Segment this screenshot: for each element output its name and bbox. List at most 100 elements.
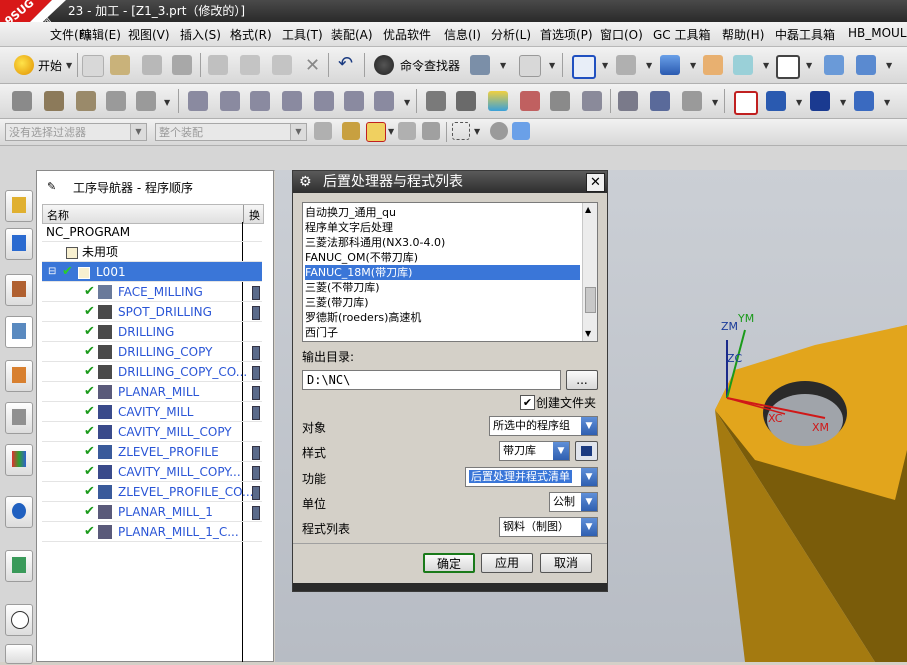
- command-finder-icon[interactable]: [374, 55, 394, 75]
- point-on-face-icon[interactable]: [422, 122, 440, 140]
- menu-insert[interactable]: 插入(S): [180, 26, 221, 43]
- selection-info-icon[interactable]: [519, 55, 541, 77]
- layer-icon[interactable]: [470, 55, 490, 75]
- operation-row[interactable]: ✔ CAVITY_MILL: [42, 402, 262, 422]
- menu-zhonglei-toolbox[interactable]: 中磊工具箱: [775, 26, 835, 43]
- selection-filter-dropdown[interactable]: 没有选择过滤器 ▼: [5, 123, 147, 141]
- menu-edit[interactable]: 编辑(E): [80, 26, 121, 43]
- column-name-header[interactable]: 名称: [47, 207, 69, 223]
- method-view-icon[interactable]: [282, 91, 302, 111]
- program-order-view-icon[interactable]: [188, 91, 208, 111]
- point-on-curve-icon[interactable]: [398, 122, 416, 140]
- ok-button[interactable]: 确定: [423, 553, 475, 573]
- cut-icon[interactable]: [208, 55, 228, 75]
- view-orient-dropdown-icon[interactable]: ▼: [763, 61, 769, 70]
- operation-navigator-tab[interactable]: [5, 316, 33, 348]
- part-navigator-tab[interactable]: [5, 274, 33, 306]
- clock-tab[interactable]: [5, 604, 33, 636]
- tool-axis-dropdown-icon[interactable]: ▼: [884, 98, 890, 107]
- function-dropdown[interactable]: 后置处理并程式清单 ▼: [465, 467, 598, 487]
- command-finder-button[interactable]: 命令查找器: [400, 57, 460, 74]
- point-select-dropdown-icon[interactable]: ▼: [840, 98, 846, 107]
- start-icon[interactable]: [14, 55, 34, 75]
- layer-dropdown-icon[interactable]: ▼: [500, 61, 506, 70]
- pin-icon[interactable]: ✎: [47, 180, 56, 193]
- postprocessor-item[interactable]: 自动换刀_通用_qu: [305, 205, 580, 220]
- info-dropdown-icon[interactable]: ▼: [712, 98, 718, 107]
- save-icon[interactable]: [142, 55, 162, 75]
- time-icon[interactable]: [682, 91, 702, 111]
- unit-dropdown[interactable]: 公制 ▼: [549, 492, 598, 512]
- reuse-library-tab[interactable]: [5, 402, 33, 434]
- create-tool-icon[interactable]: [44, 91, 64, 111]
- machine-sim-icon[interactable]: [550, 91, 570, 111]
- tree-unused-row[interactable]: 未用项: [42, 242, 262, 262]
- operation-row[interactable]: ✔ SPOT_DRILLING: [42, 302, 262, 322]
- cursor-select-dropdown-icon[interactable]: ▼: [796, 98, 802, 107]
- path-dropdown-icon[interactable]: ▼: [404, 98, 410, 107]
- feature-op-icon[interactable]: [734, 91, 758, 115]
- collapse-icon[interactable]: ⊟: [48, 262, 56, 282]
- menu-hb-mould[interactable]: HB_MOULD: [848, 26, 907, 40]
- column-change-header[interactable]: 换: [249, 207, 260, 223]
- system-materials-tab[interactable]: [5, 644, 33, 664]
- transform-icon[interactable]: [582, 91, 602, 111]
- save-style-button[interactable]: [575, 441, 598, 461]
- create-method-icon[interactable]: [106, 91, 126, 111]
- fit-view-dropdown-icon[interactable]: ▼: [602, 61, 608, 70]
- select-body-icon[interactable]: [490, 122, 508, 140]
- wcs-icon[interactable]: [824, 55, 844, 75]
- menu-view[interactable]: 视图(V): [128, 26, 170, 43]
- postprocessor-list[interactable]: 自动换刀_通用_qu 程序单文字后处理 三菱法那科通用(NX3.0-4.0) FANU…: [302, 202, 598, 342]
- menu-tools[interactable]: 工具(T): [282, 26, 323, 43]
- snap-dropdown-icon[interactable]: ▼: [388, 127, 394, 136]
- rotate-view-dropdown-icon[interactable]: ▼: [646, 61, 652, 70]
- menu-assembly[interactable]: 装配(A): [331, 26, 373, 43]
- print-icon[interactable]: [172, 55, 192, 75]
- operation-row[interactable]: ✔ PLANAR_MILL_1: [42, 502, 262, 522]
- menu-info[interactable]: 信息(I): [444, 26, 481, 43]
- object-dropdown[interactable]: 所选中的程序组 ▼: [489, 416, 598, 436]
- menu-youpin[interactable]: 优品软件: [383, 26, 431, 43]
- assembly-scope-dropdown[interactable]: 整个装配 ▼: [155, 123, 307, 141]
- selection-info-dropdown-icon[interactable]: ▼: [549, 61, 555, 70]
- assembly-navigator-tab[interactable]: [5, 190, 33, 222]
- operation-row[interactable]: ✔ DRILLING: [42, 322, 262, 342]
- background-dropdown-icon[interactable]: ▼: [806, 61, 812, 70]
- menu-format[interactable]: 格式(R): [230, 26, 272, 43]
- geometry-view-icon[interactable]: [250, 91, 270, 111]
- undo-icon[interactable]: ↶: [338, 53, 353, 74]
- postprocess-icon[interactable]: [456, 91, 476, 111]
- start-menu-button[interactable]: 开始: [38, 57, 62, 74]
- select-box-icon[interactable]: [452, 122, 470, 140]
- browse-button[interactable]: ...: [566, 370, 598, 390]
- open-file-icon[interactable]: [110, 55, 130, 75]
- postprocessor-item[interactable]: FANUC_18M(带刀库): [305, 265, 580, 280]
- create-program-icon[interactable]: [12, 91, 32, 111]
- output-dir-input[interactable]: [302, 370, 561, 390]
- tool-axis-icon[interactable]: [854, 91, 874, 111]
- start-dropdown-icon[interactable]: ▼: [66, 61, 72, 70]
- create-geometry-icon[interactable]: [76, 91, 96, 111]
- postprocessor-item[interactable]: 三菱(不带刀库): [305, 280, 580, 295]
- generate-path-icon[interactable]: [314, 91, 334, 111]
- palette-tab[interactable]: [5, 444, 33, 476]
- machine-tool-view-icon[interactable]: [220, 91, 240, 111]
- fit-view-icon[interactable]: [572, 55, 596, 79]
- operation-row[interactable]: ✔ ZLEVEL_PROFILE_CO...: [42, 482, 262, 502]
- postprocessor-item[interactable]: FANUC_OM(不带刀库): [305, 250, 580, 265]
- cursor-select-icon[interactable]: [766, 91, 786, 111]
- snap-control-icon[interactable]: [366, 122, 386, 142]
- background-icon[interactable]: [776, 55, 800, 79]
- doc-icon[interactable]: [650, 91, 670, 111]
- operation-row[interactable]: ✔ DRILLING_COPY_CO...: [42, 362, 262, 382]
- style-dropdown[interactable]: 带刀库 ▼: [499, 441, 570, 461]
- scroll-thumb[interactable]: [585, 287, 596, 313]
- shaded-dropdown-icon[interactable]: ▼: [690, 61, 696, 70]
- object-info-icon[interactable]: [618, 91, 638, 111]
- rotate-view-icon[interactable]: [616, 55, 636, 75]
- tree-root-row[interactable]: NC_PROGRAM: [42, 222, 262, 242]
- machine-navigator-tab[interactable]: [5, 360, 33, 392]
- new-file-icon[interactable]: [82, 55, 104, 77]
- output-cls-icon[interactable]: [520, 91, 540, 111]
